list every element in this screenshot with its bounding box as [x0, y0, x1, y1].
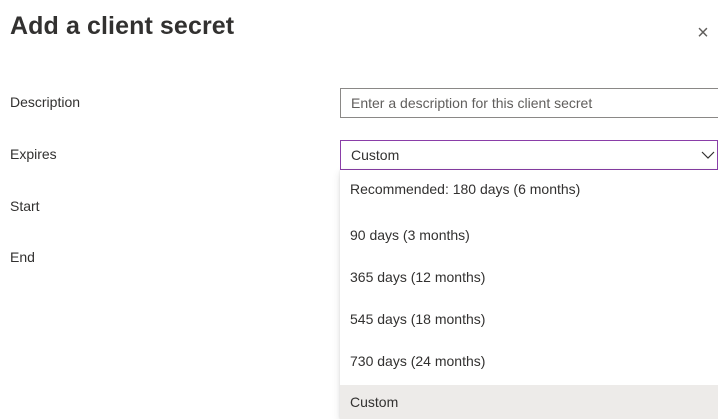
- description-label: Description: [10, 94, 81, 110]
- expires-option-365-days[interactable]: 365 days (12 months): [340, 258, 718, 296]
- description-input[interactable]: [340, 88, 718, 118]
- expires-selected-value: Custom: [351, 147, 400, 163]
- close-icon: ×: [697, 22, 709, 44]
- panel-title: Add a client secret: [10, 12, 235, 40]
- chevron-down-icon: [701, 151, 715, 159]
- start-label: Start: [10, 198, 40, 214]
- add-client-secret-panel: Add a client secret × Description Expire…: [0, 0, 718, 419]
- expires-option-180-days[interactable]: Recommended: 180 days (6 months): [340, 170, 718, 208]
- expires-option-90-days[interactable]: 90 days (3 months): [340, 216, 718, 254]
- expires-option-custom[interactable]: Custom: [340, 385, 718, 419]
- expires-dropdown[interactable]: Custom: [340, 140, 718, 170]
- expires-option-730-days[interactable]: 730 days (24 months): [340, 342, 718, 380]
- expires-options-list: Recommended: 180 days (6 months) 90 days…: [340, 170, 718, 419]
- expires-option-545-days[interactable]: 545 days (18 months): [340, 300, 718, 338]
- expires-label: Expires: [10, 146, 57, 162]
- end-label: End: [10, 249, 35, 265]
- close-button[interactable]: ×: [692, 22, 714, 44]
